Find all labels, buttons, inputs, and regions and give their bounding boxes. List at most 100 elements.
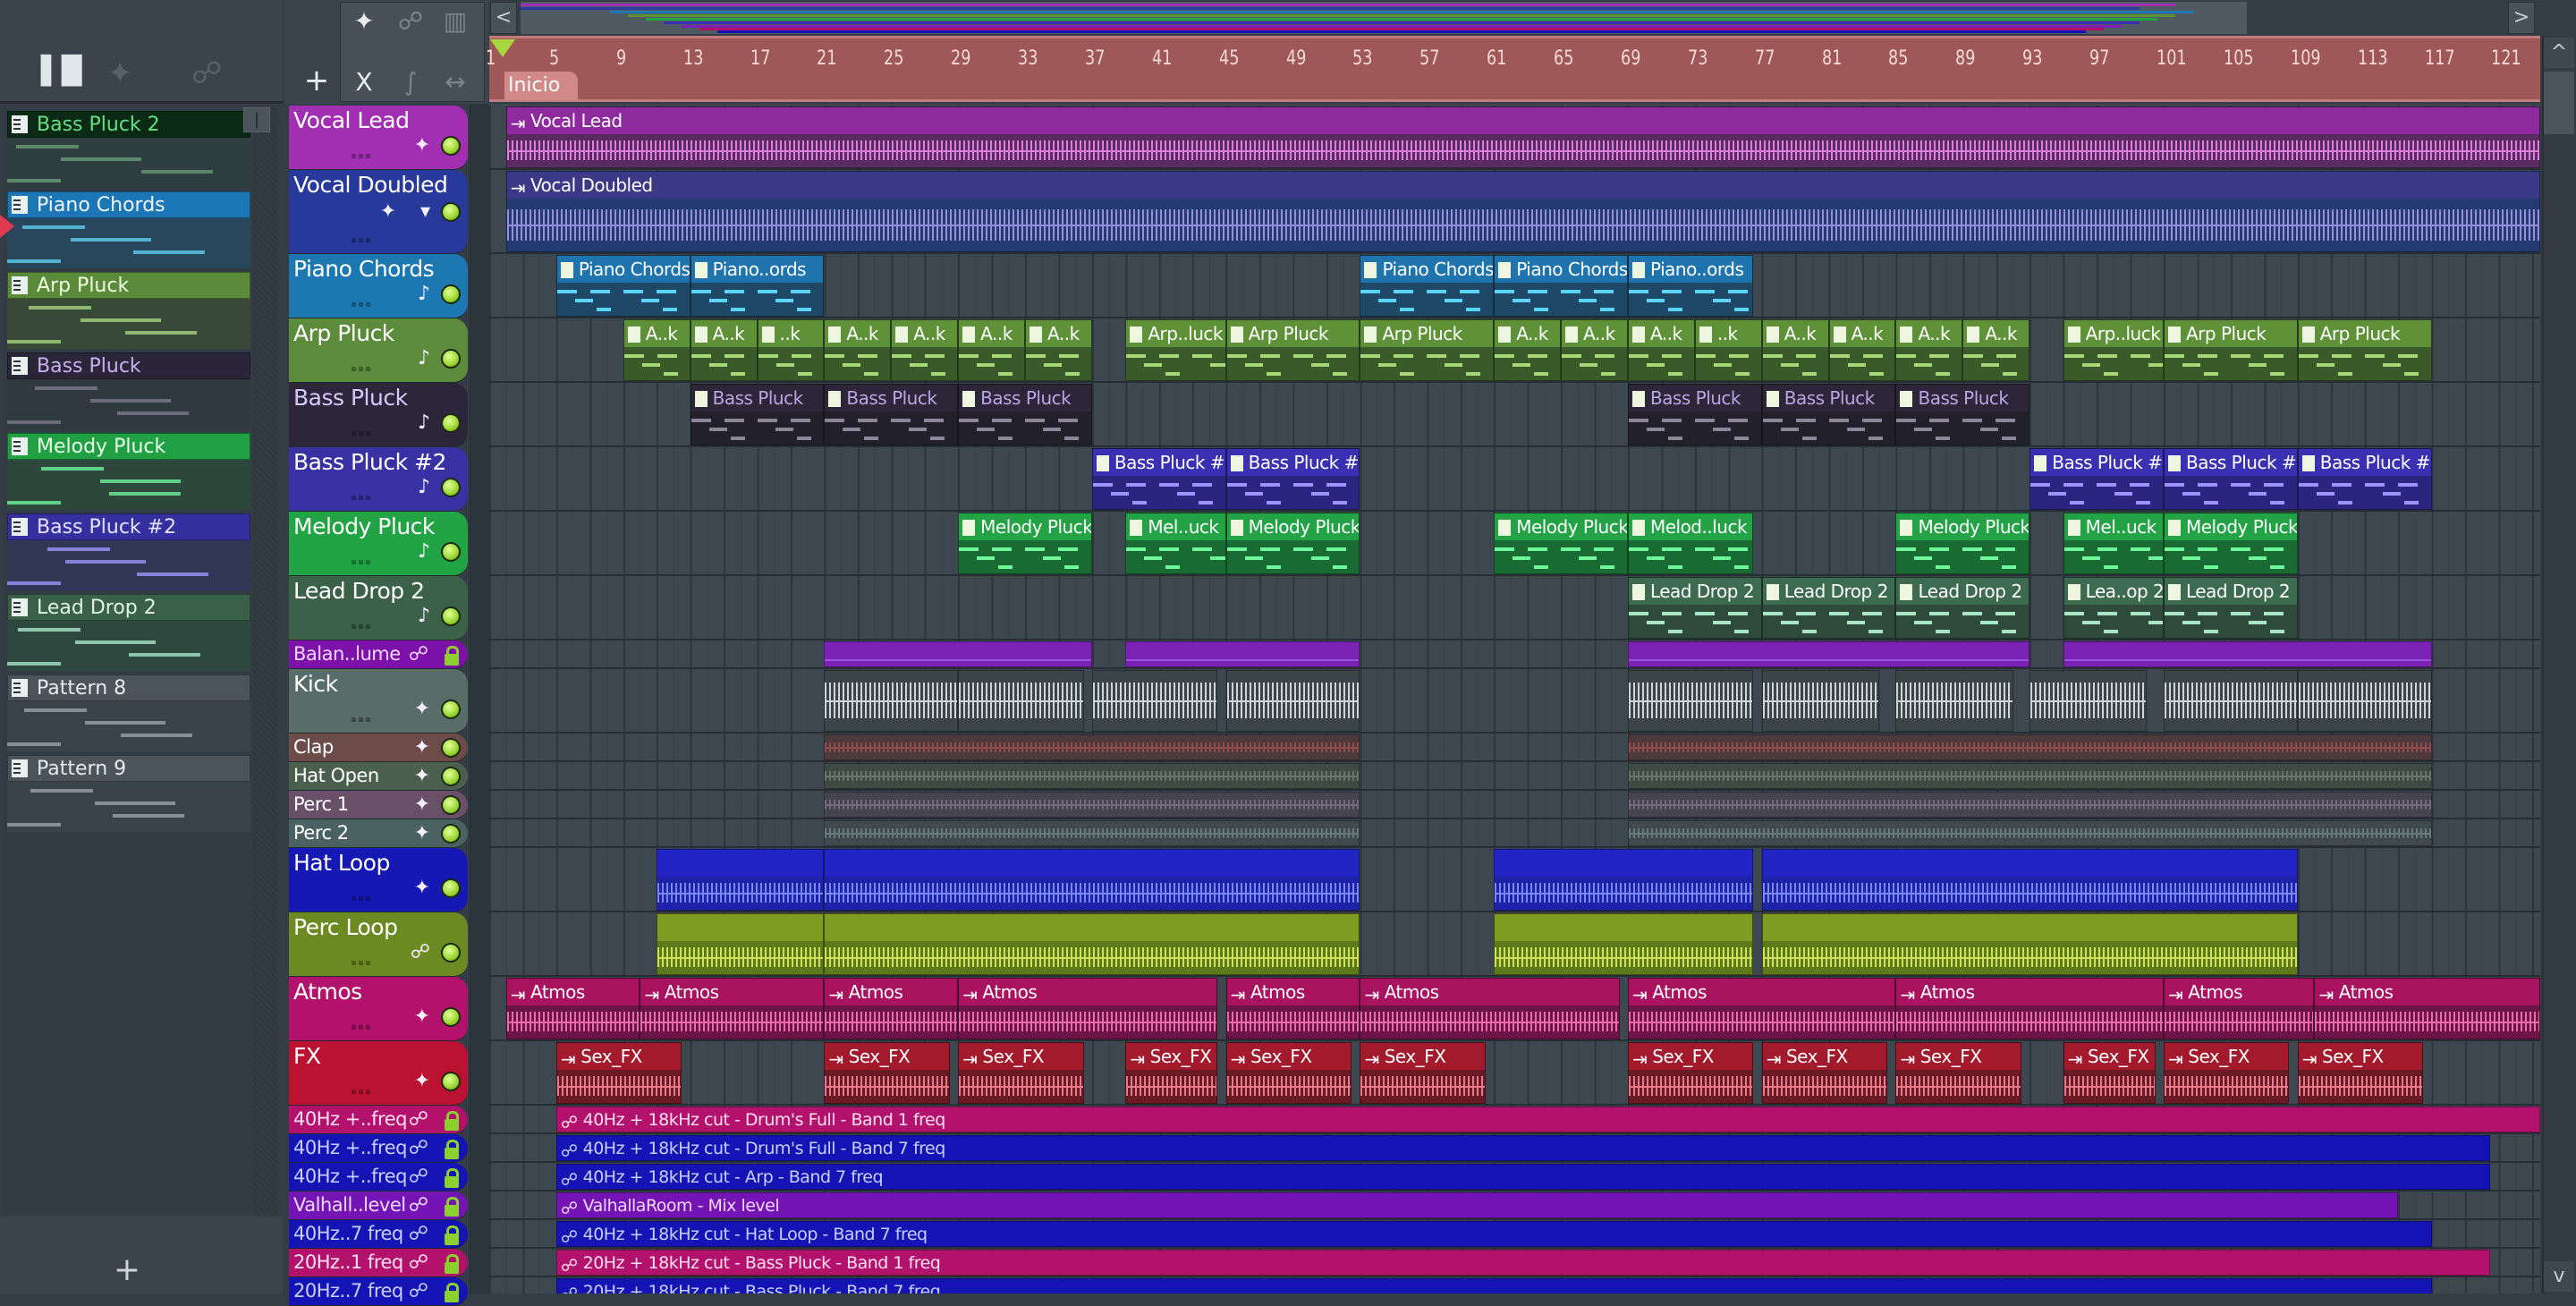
clip[interactable]: A..k <box>623 319 691 381</box>
clip[interactable] <box>1761 913 2298 975</box>
clip[interactable] <box>657 913 825 975</box>
clip[interactable]: ⇥ Sex_FX <box>2297 1042 2424 1104</box>
picker-item-header[interactable]: Piano Chords <box>7 191 250 218</box>
piano-roll-icon[interactable]: ▥ <box>437 6 473 36</box>
clip[interactable]: ⇥ Atmos <box>824 978 959 1039</box>
clip[interactable]: ☍ 40Hz + 18kHz cut - Drum's Full - Band 1… <box>555 1107 2540 1132</box>
clip[interactable]: A..k <box>1025 319 1092 381</box>
clip[interactable]: ⇥ Sex_FX <box>1627 1042 1754 1104</box>
track-header[interactable]: Perc 2 ✦ <box>289 819 468 848</box>
track-header[interactable]: Kick ✦ <box>289 669 468 734</box>
track-row[interactable] <box>489 640 2540 669</box>
clip[interactable]: ⇥ Vocal Doubled <box>505 171 2540 252</box>
clip[interactable]: ..k <box>1694 319 1762 381</box>
vertical-scrollbar[interactable] <box>2542 36 2576 1293</box>
clip[interactable]: A..k <box>891 319 959 381</box>
clip[interactable]: ⇥ Sex_FX <box>1125 1042 1218 1104</box>
clip[interactable]: Bass Pluck <box>690 384 825 445</box>
clip[interactable]: Piano..ords <box>690 255 825 317</box>
track-row[interactable] <box>489 734 2540 762</box>
clip[interactable]: Arp Pluck <box>1360 319 1495 381</box>
track-row[interactable]: ⇥ Vocal Lead <box>489 106 2540 170</box>
track-header[interactable]: Bass Pluck #2 ♪ <box>289 447 468 512</box>
clip[interactable]: Lea..op 2 <box>2063 577 2164 639</box>
clip[interactable]: ⇥ Atmos <box>1225 978 1360 1039</box>
clip[interactable]: Bass Pluck #2 <box>2297 448 2432 510</box>
track-header[interactable]: 40Hz +..freq ☍ <box>289 1163 468 1192</box>
clip[interactable]: A..k <box>824 319 892 381</box>
clip[interactable] <box>1125 641 1360 667</box>
track-row[interactable]: Piano Chords Piano..ords Piano Chords Piano… <box>489 254 2540 318</box>
clip[interactable]: ⇥ Atmos <box>1895 978 2164 1039</box>
clip[interactable] <box>1761 849 2298 911</box>
track-header[interactable]: 40Hz +..freq ☍ <box>289 1134 468 1163</box>
clip[interactable]: Melody Pluck <box>1494 513 1628 574</box>
picker-item[interactable]: Pattern 8 <box>7 674 250 755</box>
clip[interactable]: Arp..luck <box>1125 319 1226 381</box>
playlist-grid[interactable]: ⇥ Vocal Lead ⇥ Vocal Doubled Piano Chords Pia… <box>489 104 2540 1293</box>
track-header[interactable]: Arp Pluck ♪ <box>289 318 468 383</box>
clip[interactable]: Bass Pluck <box>958 384 1092 445</box>
track-row[interactable]: Bass Pluck #2 Bass Pluck #2 Bass Pluck #2 B… <box>489 447 2540 512</box>
clip[interactable]: ⇥ Vocal Lead <box>505 106 2540 168</box>
track-enable-led[interactable] <box>441 767 461 786</box>
clip[interactable]: ⇥ Sex_FX <box>824 1042 950 1104</box>
track-row[interactable]: ⇥ Atmos ⇥ Atmos ⇥ Atmos ⇥ Atmos ⇥ Atmos ⇥ Atmos ⇥ Atm… <box>489 977 2540 1041</box>
playhead-icon[interactable] <box>490 39 515 57</box>
clip[interactable]: ⇥ Atmos <box>2164 978 2315 1039</box>
track-row[interactable] <box>489 791 2540 819</box>
clip[interactable]: Mel..uck <box>2063 513 2164 574</box>
clip[interactable]: ☍ 40Hz + 18kHz cut - Arp - Band 7 freq <box>555 1164 2491 1190</box>
picker-item-header[interactable]: Lead Drop 2 <box>7 594 250 621</box>
clip[interactable]: A..k <box>690 319 758 381</box>
clip[interactable]: Bass Pluck #2 <box>2164 448 2298 510</box>
track-row[interactable]: ☍ 20Hz + 18kHz cut - Bass Pluck - Band 1 … <box>489 1249 2540 1277</box>
track-header[interactable]: Atmos ✦ <box>289 977 468 1041</box>
delete-tool-button[interactable]: X <box>346 67 382 97</box>
track-header[interactable]: 40Hz +..freq ☍ <box>289 1106 468 1134</box>
clip[interactable] <box>2029 670 2148 732</box>
clip[interactable]: ☍ 20Hz + 18kHz cut - Bass Pluck - Band 7 … <box>555 1278 2432 1293</box>
clip[interactable] <box>2164 670 2298 732</box>
picker-scroll-thumb[interactable]: | <box>243 107 270 132</box>
clip[interactable]: ⇥ Sex_FX <box>1225 1042 1352 1104</box>
clip[interactable]: Arp..luck <box>2063 319 2164 381</box>
track-enable-led[interactable] <box>441 878 461 898</box>
vertical-scroll-thumb[interactable] <box>2544 72 2574 134</box>
track-enable-led[interactable] <box>441 202 461 222</box>
automation-icon[interactable]: ☍ <box>393 6 428 36</box>
clip[interactable]: Piano Chords <box>1494 255 1628 317</box>
clip[interactable]: ⇥ Sex_FX <box>2063 1042 2156 1104</box>
clip[interactable]: ⇥ Atmos <box>640 978 825 1039</box>
track-enable-led[interactable] <box>441 700 461 719</box>
track-enable-led[interactable] <box>441 795 461 815</box>
track-header[interactable]: Vocal Doubled ✦ ▾ <box>289 170 468 254</box>
clip[interactable]: A..k <box>1828 319 1896 381</box>
picker-item[interactable]: Bass Pluck 2 <box>7 111 250 191</box>
picker-item-header[interactable]: Pattern 9 <box>7 755 250 782</box>
clip[interactable]: A..k <box>1494 319 1562 381</box>
clip[interactable]: Lead Drop 2 <box>1761 577 1896 639</box>
clip[interactable]: Lead Drop 2 <box>1627 577 1762 639</box>
picker-item-header[interactable]: Bass Pluck <box>7 352 250 379</box>
playlist-overview[interactable] <box>521 2 2247 34</box>
picker-item[interactable]: Pattern 9 <box>7 755 250 835</box>
clip[interactable]: A..k <box>1627 319 1695 381</box>
clip[interactable]: A..k <box>1895 319 1963 381</box>
picker-item-header[interactable]: Bass Pluck #2 <box>7 513 250 540</box>
clip[interactable]: Bass Pluck <box>1761 384 1896 445</box>
track-header[interactable]: Hat Loop ✦ <box>289 848 468 912</box>
picker-item[interactable]: Bass Pluck #2 <box>7 513 250 594</box>
clip[interactable]: A..k <box>958 319 1026 381</box>
scroll-right-button[interactable]: > <box>2508 2 2535 34</box>
picker-item[interactable]: Arp Pluck <box>7 272 250 352</box>
picker-item-header[interactable]: Pattern 8 <box>7 674 250 701</box>
scroll-down-button[interactable]: v <box>2544 1261 2574 1292</box>
clip[interactable] <box>1494 913 1754 975</box>
clip[interactable]: Melody Pluck <box>1225 513 1360 574</box>
track-header[interactable]: Perc Loop ☍ <box>289 912 468 977</box>
track-row[interactable] <box>489 669 2540 734</box>
clip[interactable]: A..k <box>1962 319 2030 381</box>
clip[interactable]: ☍ ValhallaRoom - Mix level <box>555 1192 2399 1218</box>
track-row[interactable]: A..k A..k ..k A..k A..k A..k A..k Arp..luck Arp … <box>489 318 2540 383</box>
